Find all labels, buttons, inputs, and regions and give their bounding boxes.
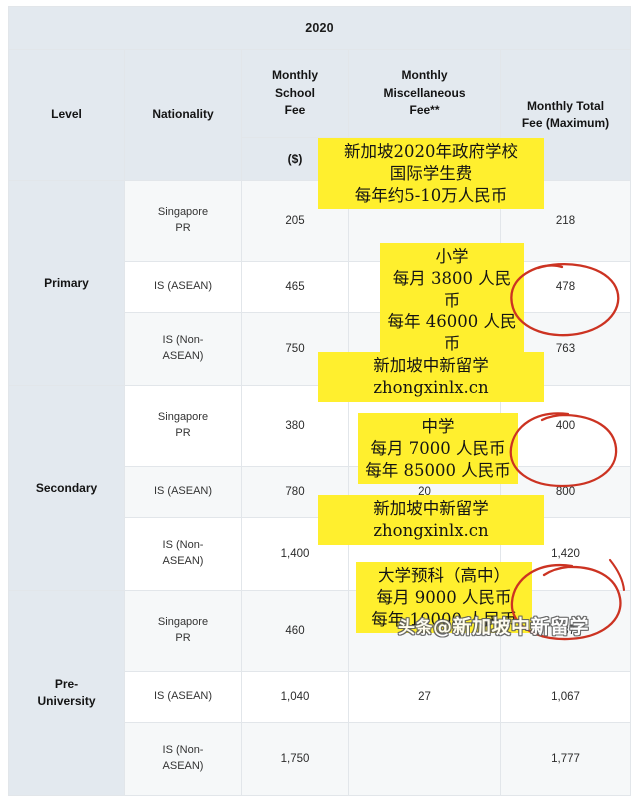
watermark-handle: @新加坡中新留学 [433,616,590,638]
year-header: 2020 [8,6,631,50]
table-year-row: 2020 [8,6,631,50]
column-header-monthly-miscellaneous-fee: Monthly Miscellaneous Fee** [348,49,501,138]
level-cell-pre-university: Pre- University [8,590,125,796]
cell-school-fee: 465 [241,261,349,313]
cell-total-fee: 1,067 [500,671,631,723]
cell-nationality: IS (Non- ASEAN) [124,312,242,386]
table-header-row: Level Nationality Monthly School Fee Mon… [8,49,631,181]
cell-nationality: Singapore PR [124,590,242,672]
cell-nationality: IS (Non- ASEAN) [124,517,242,591]
cell-school-fee: 1,040 [241,671,349,723]
cell-nationality: IS (Non- ASEAN) [124,722,242,796]
cell-misc-fee: 27 [348,671,501,723]
cell-nationality: Singapore PR [124,385,242,467]
watermark: 头条@新加坡中新留学 [398,612,589,639]
annotation-website-secondary: 新加坡中新留学 zhongxinlx.cn [318,352,544,402]
cell-nationality: Singapore PR [124,180,242,262]
level-cell-primary: Primary [8,180,125,386]
column-header-nationality: Nationality [124,49,242,181]
level-cell-secondary: Secondary [8,385,125,591]
watermark-platform: 头条 [398,618,433,638]
cell-total-fee: 1,777 [500,722,631,796]
column-header-level: Level [8,49,125,181]
cell-school-fee: 1,750 [241,722,349,796]
annotation-overview: 新加坡2020年政府学校 国际学生费 每年约5-10万人民币 [318,138,544,210]
annotation-primary-cost: 小学 每月 3800 人民币 每年 46000 人民币 [380,243,524,358]
annotation-website-preuniversity: 新加坡中新留学 zhongxinlx.cn [318,495,544,545]
cell-nationality: IS (ASEAN) [124,671,242,723]
annotation-secondary-cost: 中学 每月 7000 人民币 每年 85000 人民币 [358,413,518,485]
cell-nationality: IS (ASEAN) [124,466,242,518]
cell-misc-fee [348,722,501,796]
cell-school-fee: 460 [241,590,349,672]
column-header-monthly-school-fee: Monthly School Fee [241,49,349,138]
cell-nationality: IS (ASEAN) [124,261,242,313]
fee-table-container: 2020 Level Nationality Monthly School Fe… [8,6,631,796]
